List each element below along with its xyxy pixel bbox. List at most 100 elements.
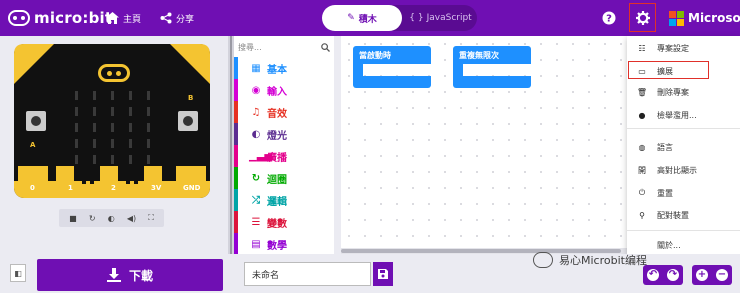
menu-item-label: 專案設定 [657, 43, 689, 53]
save-icon [378, 269, 388, 279]
category-label: 數學 [267, 240, 287, 252]
trash-icon: 🗑 [636, 87, 648, 97]
menu-item-label: 重置 [657, 188, 673, 198]
refresh-icon: ↻ [251, 172, 261, 184]
javascript-mode-label: JavaScript [426, 13, 472, 23]
zoom-out-icon[interactable]: − [716, 269, 728, 281]
puzzle-icon: ✎ [347, 13, 355, 23]
microbit-simulator[interactable]: A B 0 1 2 3V GND [14, 44, 210, 198]
slowmo-icon[interactable]: ◐ [108, 214, 115, 223]
zoom-in-icon[interactable]: + [696, 269, 708, 281]
category-label: 廣播 [267, 152, 287, 164]
microbit-logo[interactable]: micro:bit [8, 8, 112, 28]
category-music[interactable]: ♫ 音效 [234, 101, 334, 123]
help-icon: ? [602, 11, 616, 25]
download-icon [106, 268, 121, 282]
button-b[interactable] [178, 111, 198, 131]
fullscreen-icon[interactable]: ⛶ [148, 213, 154, 223]
zoom-group: + − [692, 265, 732, 285]
extensions-highlight-box [628, 61, 709, 79]
menu-item-label: 語言 [657, 142, 673, 152]
microsoft-label: Microsoft [688, 11, 740, 25]
share-label: 分享 [176, 14, 195, 25]
undo-icon[interactable]: ↶ [647, 269, 659, 281]
menu-high-contrast[interactable]: 開 高對比顯示 [627, 160, 740, 180]
button-a-label: A [30, 141, 36, 149]
category-math[interactable]: ▤ 數學 [234, 233, 334, 255]
microsoft-squares-icon [669, 10, 684, 26]
menu-report-abuse[interactable]: ● 檢舉濫用... [627, 105, 740, 125]
category-label: 迴圈 [267, 174, 287, 186]
settings-button[interactable] [629, 3, 656, 32]
menu-item-label: 高對比顯示 [657, 165, 697, 175]
menu-project-settings[interactable]: ☷ 專案設定 [627, 38, 740, 58]
power-icon: ⏻ [638, 188, 646, 197]
javascript-mode-tab[interactable]: { } JavaScript [404, 5, 477, 31]
project-name-input[interactable] [244, 262, 371, 286]
search-icon [321, 42, 330, 52]
category-label: 輸入 [267, 86, 287, 98]
target-icon: ◉ [251, 84, 261, 96]
microbit-logo-icon [8, 10, 30, 26]
shuffle-icon: ⤮ [252, 194, 260, 206]
category-radio[interactable]: ▁▃▅ 廣播 [234, 145, 334, 167]
menu-divider [627, 230, 740, 231]
collapse-icon: ◧ [14, 268, 22, 278]
home-label: 主頁 [123, 14, 142, 25]
menu-pair-device[interactable]: ⚲ 配對裝置 [627, 205, 740, 225]
button-b-label: B [188, 94, 194, 102]
category-input[interactable]: ◉ 輸入 [234, 79, 334, 101]
home-icon [106, 12, 119, 24]
help-button[interactable]: ? [599, 8, 619, 28]
gear-icon [635, 10, 650, 25]
stop-icon[interactable]: ■ [69, 214, 77, 223]
category-loops[interactable]: ↻ 迴圈 [234, 167, 334, 189]
watermark-text: 易心Microbit编程 [559, 254, 647, 267]
save-button[interactable] [373, 262, 393, 286]
category-label: 燈光 [267, 130, 287, 142]
makecode-editor: micro:bit 主頁 分享 ✎ 積木 { } JavaScript ? Mi… [0, 0, 740, 293]
collapse-simulator-button[interactable]: ◧ [10, 264, 26, 282]
forever-label: 重複無限次 [453, 46, 531, 64]
blocks-workspace[interactable]: 當啟動時 重複無限次 [341, 36, 627, 254]
brand-name: micro:bit [34, 9, 113, 27]
menu-language[interactable]: ◍ 語言 [627, 137, 740, 157]
download-label: 下載 [128, 268, 153, 283]
usb-icon: ⚲ [639, 210, 645, 220]
category-led[interactable]: ◐ 燈光 [234, 123, 334, 145]
menu-divider [627, 128, 740, 129]
category-logic[interactable]: ⤮ 邏輯 [234, 189, 334, 211]
category-label: 基本 [267, 64, 287, 76]
signal-bars-icon: ▁▃▅ [249, 150, 273, 162]
mute-icon[interactable]: ◀) [127, 214, 136, 223]
menu-item-label: 配對裝置 [657, 210, 689, 220]
microsoft-logo[interactable]: Microsoft [669, 9, 740, 27]
restart-icon[interactable]: ↻ [89, 214, 96, 223]
home-button[interactable]: 主頁 [106, 10, 141, 26]
menu-delete-project[interactable]: 🗑 刪除專案 [627, 82, 740, 102]
menu-item-label: 關於... [657, 240, 681, 250]
category-basic[interactable]: ▦ 基本 [234, 57, 334, 79]
pin-2-label: 2 [111, 184, 116, 192]
toolbox: 搜尋... ▦ 基本 ◉ 輸入 ♫ 音效 ◐ 燈光 ▁▃▅ 廣播 ↻ 迴圈 ⤮ … [234, 36, 334, 255]
on-start-label: 當啟動時 [353, 46, 431, 64]
category-variables[interactable]: ☰ 變數 [234, 211, 334, 233]
menu-reset[interactable]: ⏻ 重置 [627, 183, 740, 203]
wechat-icon [533, 252, 553, 268]
search-input[interactable]: 搜尋... [238, 42, 262, 53]
toolbox-search[interactable]: 搜尋... [238, 39, 330, 55]
watermark: 易心Microbit编程 [533, 251, 647, 269]
grid-icon: ▦ [251, 62, 261, 74]
globe-icon: ◍ [638, 142, 646, 152]
pin-3v-label: 3V [151, 184, 162, 192]
pin-gnd-label: GND [183, 184, 201, 192]
download-button[interactable]: 下載 [37, 259, 223, 291]
blocks-mode-tab[interactable]: ✎ 積木 [322, 5, 402, 31]
button-a[interactable] [26, 111, 46, 131]
menu-item-label: 刪除專案 [657, 87, 689, 97]
undo-redo-group: ↶ ↷ [643, 265, 683, 285]
calculator-icon: ▤ [251, 238, 261, 250]
redo-icon[interactable]: ↷ [667, 269, 679, 281]
editor-mode-toggle: ✎ 積木 { } JavaScript [322, 5, 477, 31]
share-button[interactable]: 分享 [160, 10, 194, 26]
